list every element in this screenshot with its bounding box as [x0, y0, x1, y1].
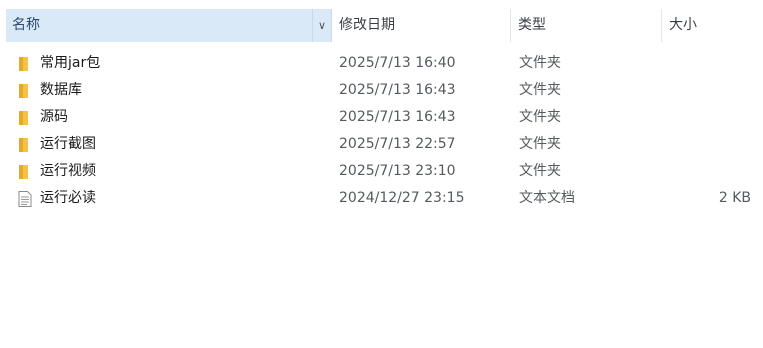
file-row[interactable]: 常用jar包 2025/7/13 16:40 文件夹	[0, 50, 763, 77]
text-file-icon	[18, 191, 32, 207]
file-row[interactable]: 数据库 2025/7/13 16:43 文件夹	[0, 77, 763, 104]
file-date: 2025/7/13 23:10	[339, 163, 456, 179]
file-date: 2025/7/13 16:40	[339, 55, 456, 71]
column-header-name[interactable]: ^ 名称 ∨	[6, 0, 332, 42]
file-date: 2025/7/13 22:57	[339, 136, 456, 152]
column-header-date[interactable]: 修改日期	[333, 9, 511, 42]
folder-icon	[19, 138, 28, 152]
file-name: 常用jar包	[40, 55, 101, 71]
file-row[interactable]: 运行截图 2025/7/13 22:57 文件夹	[0, 131, 763, 158]
column-header-type-label: 类型	[518, 17, 546, 33]
file-date: 2025/7/13 16:43	[339, 109, 456, 125]
file-explorer: ^ 名称 ∨ 修改日期 类型 大小 常用jar包 2025/7/13 16:40…	[0, 0, 763, 348]
file-row[interactable]: 源码 2025/7/13 16:43 文件夹	[0, 104, 763, 131]
file-type: 文件夹	[519, 82, 561, 98]
chevron-down-icon[interactable]: ∨	[312, 9, 331, 42]
file-name: 运行截图	[40, 136, 96, 152]
column-header-date-label: 修改日期	[339, 17, 395, 33]
file-type: 文件夹	[519, 163, 561, 179]
file-name: 运行必读	[40, 190, 96, 206]
file-type: 文件夹	[519, 55, 561, 71]
file-name: 数据库	[40, 82, 82, 98]
file-type: 文件夹	[519, 136, 561, 152]
column-header-type[interactable]: 类型	[512, 9, 662, 42]
folder-icon	[19, 111, 28, 125]
file-name: 运行视频	[40, 163, 96, 179]
column-header-bar: ^ 名称 ∨ 修改日期 类型 大小	[0, 0, 763, 44]
file-size: 2 KB	[718, 190, 751, 206]
file-name: 源码	[40, 109, 68, 125]
file-date: 2025/7/13 16:43	[339, 82, 456, 98]
file-row[interactable]: 运行必读 2024/12/27 23:15 文本文档 2 KB	[0, 185, 763, 212]
column-header-size[interactable]: 大小	[663, 9, 763, 42]
file-type: 文本文档	[519, 190, 575, 206]
column-header-name-label: 名称	[12, 17, 40, 33]
file-row[interactable]: 运行视频 2025/7/13 23:10 文件夹	[0, 158, 763, 185]
file-date: 2024/12/27 23:15	[339, 190, 465, 206]
folder-icon	[19, 84, 28, 98]
file-type: 文件夹	[519, 109, 561, 125]
folder-icon	[19, 57, 28, 71]
column-header-size-label: 大小	[669, 17, 697, 33]
folder-icon	[19, 165, 28, 179]
sort-ascending-icon: ^	[164, 0, 174, 5]
file-list: 常用jar包 2025/7/13 16:40 文件夹 数据库 2025/7/13…	[0, 50, 763, 212]
